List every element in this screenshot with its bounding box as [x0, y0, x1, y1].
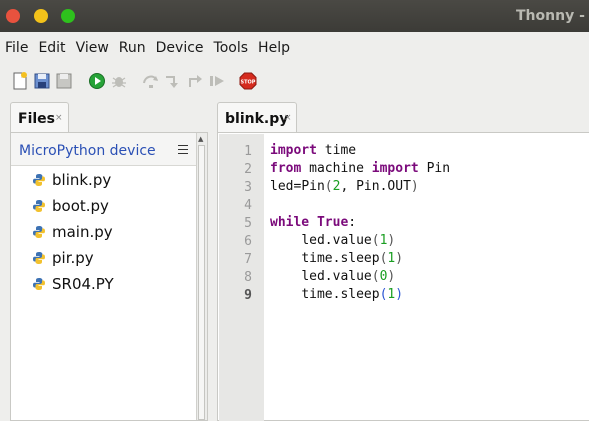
editor-tab-close-icon[interactable]: × [284, 113, 292, 123]
line-number: 6 [244, 234, 252, 249]
line-number: 2 [244, 162, 252, 177]
menu-tools[interactable]: Tools [209, 40, 252, 56]
files-header: MicroPython device [11, 133, 196, 166]
window-title: Thonny - / [516, 8, 589, 24]
line-number: 7 [244, 252, 252, 267]
menu-edit[interactable]: Edit [33, 40, 68, 56]
code-line: time.sleep(1) [301, 287, 404, 302]
new-file-icon[interactable] [10, 71, 30, 91]
file-item-sr04[interactable]: SR04.PY [32, 273, 182, 295]
code-line: led=Pin(2, Pin.OUT) [270, 179, 419, 194]
line-number: 8 [244, 270, 252, 285]
minimize-window-button[interactable] [34, 9, 48, 23]
line-number: 3 [244, 180, 252, 195]
files-panel: MicroPython device blink.py boot.py main… [10, 132, 208, 421]
menu-run[interactable]: Run [114, 40, 149, 56]
file-item-main[interactable]: main.py [32, 221, 182, 243]
line-number: 5 [244, 216, 252, 231]
debug-icon[interactable] [109, 71, 129, 91]
line-number-gutter: 1 2 3 4 5 6 7 8 9 [219, 134, 264, 421]
code-line: time.sleep(1) [301, 251, 404, 266]
resume-icon[interactable] [207, 71, 227, 91]
scrollbar-thumb[interactable] [198, 145, 205, 420]
file-item-pir[interactable]: pir.py [32, 247, 182, 269]
editor-tab-label: blink.py [225, 111, 289, 127]
code-line: while True: [270, 215, 357, 230]
code-line: led.value(1) [301, 233, 396, 248]
menu-file[interactable]: File [0, 40, 31, 56]
python-file-icon [33, 226, 45, 238]
python-file-icon [33, 200, 45, 212]
step-over-icon[interactable] [141, 71, 161, 91]
title-bar: Thonny - / [0, 0, 589, 32]
python-file-icon [33, 252, 45, 264]
tab-files-label: Files [18, 111, 55, 127]
menu-bar: File Edit View Run Device Tools Help [0, 32, 589, 64]
run-icon[interactable] [87, 71, 107, 91]
step-out-icon[interactable] [185, 71, 205, 91]
open-file-icon[interactable] [32, 71, 52, 91]
file-name: SR04.PY [52, 275, 114, 293]
line-number-current: 9 [244, 288, 252, 303]
close-window-button[interactable] [6, 9, 20, 23]
maximize-window-button[interactable] [61, 9, 75, 23]
code-line: import time [270, 143, 357, 158]
scroll-up-icon[interactable]: ▲ [198, 135, 203, 143]
svg-text:STOP: STOP [241, 80, 256, 86]
step-into-icon[interactable] [163, 71, 183, 91]
files-scrollbar[interactable]: ▲ [196, 133, 207, 420]
code-editor[interactable]: 1 2 3 4 5 6 7 8 9 import time from machi… [217, 132, 589, 421]
file-name: main.py [52, 223, 113, 241]
device-label: MicroPython device [19, 143, 156, 159]
stop-icon[interactable]: STOP [238, 71, 258, 91]
line-number: 1 [244, 144, 252, 159]
file-item-boot[interactable]: boot.py [32, 195, 182, 217]
toolbar: STOP [0, 66, 589, 96]
file-name: boot.py [52, 197, 109, 215]
menu-help[interactable]: Help [253, 40, 293, 56]
line-number: 4 [244, 198, 252, 213]
tab-files[interactable]: Files × [10, 102, 69, 133]
tab-blink-py[interactable]: blink.py × [217, 102, 297, 133]
save-file-icon[interactable] [54, 71, 74, 91]
files-menu-icon[interactable] [178, 145, 188, 154]
menu-device[interactable]: Device [151, 40, 207, 56]
tab-files-close-icon[interactable]: × [55, 113, 63, 123]
code-line: from machine import Pin [270, 161, 451, 176]
code-line: led.value(0) [301, 269, 396, 284]
python-file-icon [33, 278, 45, 290]
file-item-blink[interactable]: blink.py [32, 169, 182, 191]
file-name: pir.py [52, 249, 94, 267]
menu-view[interactable]: View [71, 40, 112, 56]
file-name: blink.py [52, 171, 112, 189]
python-file-icon [33, 174, 45, 186]
